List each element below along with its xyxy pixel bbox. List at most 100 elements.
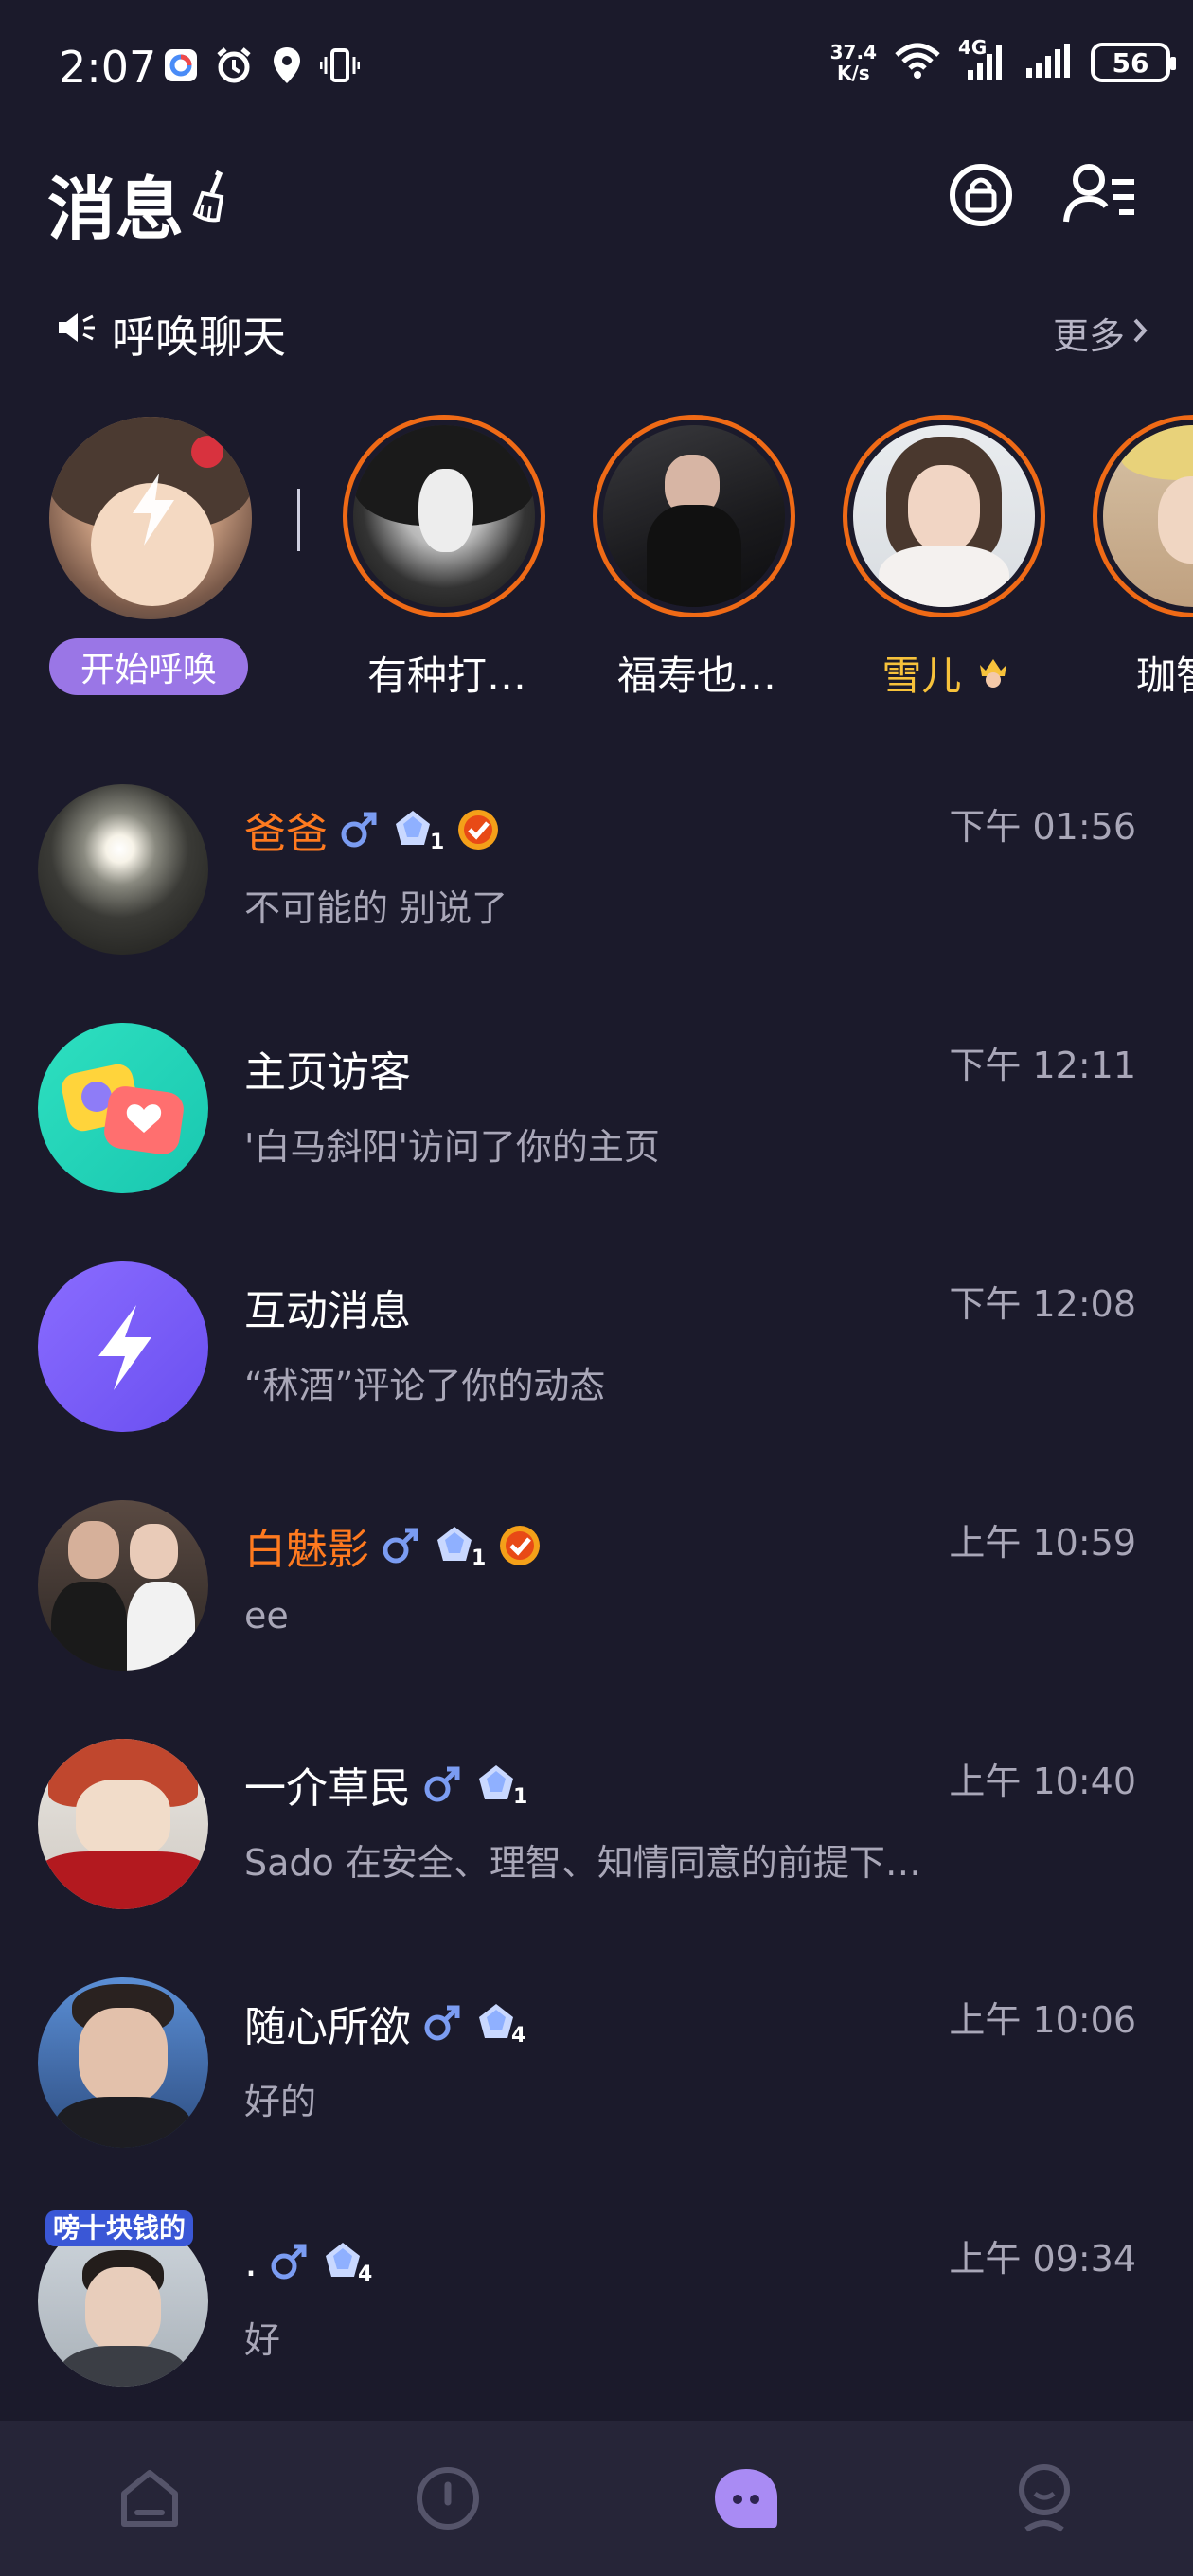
message-preview: '白马斜阳'访问了你的主页 bbox=[244, 1126, 660, 1168]
avatar bbox=[38, 1500, 208, 1671]
message-preview: “秫酒”评论了你的动态 bbox=[244, 1365, 606, 1406]
avatar-tag: 嗙十块钱的 bbox=[45, 2210, 194, 2246]
vibrate-icon bbox=[320, 45, 360, 85]
story-name: 珈智 bbox=[1136, 653, 1193, 699]
divider bbox=[297, 489, 300, 551]
contact-name: 随心所欲 bbox=[244, 2003, 411, 2051]
conversation-item[interactable]: 一介草民 1 Sado 在安全、理智、知情同意的前提下… 上午 10:40 bbox=[0, 1731, 1193, 1949]
name-row: . 4 bbox=[244, 2233, 375, 2290]
lightning-icon bbox=[133, 474, 174, 546]
male-icon bbox=[424, 2005, 460, 2041]
level-number: 4 bbox=[511, 2024, 525, 2046]
message-preview: ee bbox=[244, 1595, 289, 1637]
battery-level: 56 bbox=[1112, 46, 1149, 79]
my-avatar[interactable] bbox=[49, 417, 252, 619]
more-label: 更多 bbox=[1052, 315, 1125, 357]
story-name: 雪儿 bbox=[843, 644, 1051, 699]
message-time: 下午 12:11 bbox=[949, 1045, 1136, 1086]
story-item[interactable]: 雪儿 bbox=[843, 415, 1051, 699]
conversation-item[interactable]: 随心所欲 4 好的 上午 10:06 bbox=[0, 1970, 1193, 2188]
page-title: 消息 bbox=[47, 170, 185, 249]
level-badge-icon: 1 bbox=[396, 811, 444, 852]
story-item[interactable]: 福寿也… bbox=[593, 415, 801, 699]
status-right-icons: 37.4 K/s 4G 56 bbox=[830, 36, 1176, 83]
male-icon bbox=[383, 1528, 418, 1564]
start-call-button[interactable]: 开始呼唤 bbox=[49, 638, 248, 695]
name-row: 互动消息 bbox=[244, 1279, 411, 1335]
name-row: 主页访客 bbox=[244, 1040, 411, 1097]
lock-icon[interactable] bbox=[947, 161, 1015, 229]
signal-icon bbox=[1024, 42, 1074, 83]
bottom-navigation bbox=[0, 2421, 1193, 2576]
name-row: 一介草民 1 bbox=[244, 1756, 528, 1813]
story-avatar bbox=[853, 425, 1035, 607]
location-icon bbox=[267, 45, 307, 85]
avatar bbox=[38, 1977, 208, 2148]
conversation-item[interactable]: 互动消息 “秫酒”评论了你的动态 下午 12:08 bbox=[0, 1254, 1193, 1472]
contact-name: . bbox=[244, 2237, 258, 2286]
app-icon bbox=[161, 45, 201, 85]
level-number: 1 bbox=[430, 831, 444, 852]
message-preview: 好的 bbox=[244, 2081, 317, 2122]
conversation-item[interactable]: 白魅影 1 ee 上午 10:59 bbox=[0, 1493, 1193, 1710]
message-preview: Sado 在安全、理智、知情同意的前提下… bbox=[244, 1842, 921, 1884]
discover-icon[interactable] bbox=[405, 2456, 490, 2541]
message-time: 下午 01:56 bbox=[949, 806, 1136, 848]
speed-unit: K/s bbox=[836, 62, 870, 84]
crown-icon bbox=[974, 653, 1012, 699]
status-left-icons bbox=[161, 45, 360, 85]
male-icon bbox=[341, 812, 377, 848]
story-strip[interactable]: 开始呼唤 有种打… 福寿也… 雪儿 珈 bbox=[0, 415, 1193, 699]
message-time: 上午 10:40 bbox=[949, 1761, 1136, 1802]
contact-name: 一介草民 bbox=[244, 1764, 411, 1813]
contact-name: 爸爸 bbox=[244, 810, 328, 858]
message-time: 上午 09:34 bbox=[949, 2238, 1136, 2280]
broom-icon[interactable] bbox=[189, 169, 237, 225]
speed-value: 37.4 bbox=[829, 41, 877, 63]
story-name-text: 雪儿 bbox=[881, 653, 962, 699]
contact-name: 主页访客 bbox=[244, 1048, 411, 1097]
call-chat-title: 呼唤聊天 bbox=[112, 312, 286, 363]
story-avatar bbox=[603, 425, 785, 607]
status-time: 2:07 bbox=[59, 42, 157, 93]
status-bar: 2:07 37.4 K/s 4G 56 bbox=[0, 0, 1193, 133]
message-time: 上午 10:59 bbox=[949, 1522, 1136, 1564]
profile-icon[interactable] bbox=[1002, 2456, 1087, 2541]
name-row: 随心所欲 4 bbox=[244, 1995, 528, 2051]
story-item[interactable]: 有种打… bbox=[343, 415, 551, 699]
message-time: 下午 12:08 bbox=[949, 1283, 1136, 1325]
messages-icon[interactable] bbox=[703, 2456, 789, 2541]
name-row: 爸爸 1 bbox=[244, 801, 500, 858]
network-speed: 37.4 K/s bbox=[830, 42, 877, 83]
conversation-item[interactable]: 爸爸 1 不可能的 别说了 下午 01:56 bbox=[0, 777, 1193, 994]
verified-icon bbox=[458, 810, 498, 850]
chevron-right-icon bbox=[1131, 313, 1149, 354]
level-number: 4 bbox=[358, 2263, 372, 2284]
message-preview: 好 bbox=[244, 2319, 281, 2361]
avatar bbox=[38, 784, 208, 955]
message-time: 上午 10:06 bbox=[949, 1999, 1136, 2041]
level-badge-icon: 1 bbox=[437, 1527, 486, 1568]
level-number: 1 bbox=[472, 1547, 486, 1568]
level-badge-icon: 4 bbox=[479, 2004, 525, 2046]
signal-icon: 4G bbox=[958, 36, 1007, 81]
story-name: 有种打… bbox=[366, 653, 526, 699]
level-number: 1 bbox=[513, 1785, 527, 1807]
story-avatar bbox=[353, 425, 535, 607]
avatar: 嗙十块钱的 bbox=[38, 2210, 208, 2387]
home-icon[interactable] bbox=[107, 2456, 192, 2541]
male-icon bbox=[424, 1766, 460, 1802]
conversation-item[interactable]: 主页访客 '白马斜阳'访问了你的主页 下午 12:11 bbox=[0, 1015, 1193, 1233]
contacts-icon[interactable] bbox=[1062, 159, 1138, 231]
wifi-icon bbox=[894, 42, 941, 83]
contact-name: 白魅影 bbox=[244, 1526, 369, 1574]
conversation-item[interactable]: 嗙十块钱的 . 4 好 上午 09:34 bbox=[0, 2209, 1193, 2426]
more-link[interactable]: 更多 bbox=[1053, 307, 1149, 359]
verified-icon bbox=[500, 1526, 540, 1565]
story-name: 福寿也… bbox=[616, 653, 776, 699]
story-avatar bbox=[1103, 425, 1193, 607]
level-badge-icon: 1 bbox=[479, 1765, 527, 1807]
battery-icon: 56 bbox=[1091, 43, 1176, 82]
visitor-icon bbox=[38, 1023, 208, 1193]
story-item[interactable]: 珈智 bbox=[1093, 415, 1193, 699]
